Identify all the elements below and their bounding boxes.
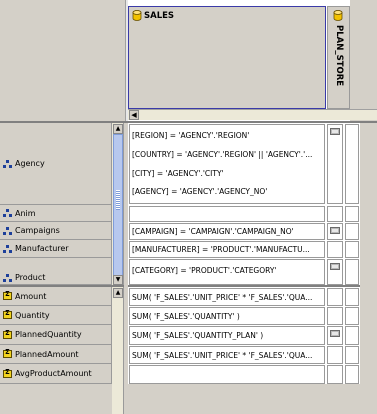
mapping-status-cell[interactable] xyxy=(327,124,343,204)
eraser-icon[interactable] xyxy=(330,263,340,270)
column-splitter[interactable] xyxy=(124,123,128,414)
mapping-status-cell[interactable] xyxy=(327,223,343,240)
measure-label: PlannedAmount xyxy=(15,349,79,359)
measure-sigma-icon xyxy=(3,348,12,358)
mapping-status-cell[interactable] xyxy=(327,259,343,285)
plan-store-table-panel[interactable]: PLAN_STORE xyxy=(327,6,350,109)
hierarchy-icon xyxy=(3,274,12,282)
empty-cell[interactable] xyxy=(345,307,359,325)
measure-sigma-icon xyxy=(3,329,12,339)
mapping-formula[interactable]: [AGENCY] = 'AGENCY'.'AGENCY_NO' xyxy=(132,187,322,196)
header-corner xyxy=(0,0,126,122)
measure-formula[interactable]: SUM( 'F_SALES'.'QUANTITY_PLAN' ) xyxy=(132,331,322,340)
empty-cell[interactable] xyxy=(345,288,359,306)
hierarchy-icon xyxy=(3,244,12,253)
measures-vertical-scrollbar[interactable]: ▲ xyxy=(112,287,124,414)
empty-grid-area xyxy=(128,384,360,414)
dimension-label: Anim xyxy=(15,208,36,218)
hierarchy-icon xyxy=(3,159,12,168)
empty-cell[interactable] xyxy=(345,223,359,240)
dimension-row-agency[interactable]: Agency xyxy=(0,123,112,205)
hierarchy-icon xyxy=(3,226,12,235)
measure-status-cell[interactable] xyxy=(327,326,343,345)
dimensions-vertical-scrollbar[interactable]: ▲ ▼ xyxy=(112,123,124,286)
measure-formula[interactable]: SUM( 'F_SALES'.'QUANTITY' ) xyxy=(132,312,322,321)
planned-quantity-formula-cell[interactable]: SUM( 'F_SALES'.'QUANTITY_PLAN' ) xyxy=(129,326,325,345)
table-cylinder-icon xyxy=(132,10,142,21)
sales-table-title: SALES xyxy=(132,10,174,21)
empty-cell[interactable] xyxy=(345,326,359,345)
measure-row-planned-quantity[interactable]: PlannedQuantity xyxy=(0,325,112,345)
measure-sigma-icon xyxy=(3,290,12,300)
measure-status-cell[interactable] xyxy=(327,288,343,306)
table-cylinder-icon xyxy=(333,10,343,21)
anim-mapping-cell[interactable] xyxy=(129,206,325,222)
plan-store-table-name: PLAN_STORE xyxy=(334,25,344,87)
measure-sigma-icon xyxy=(3,309,12,319)
mapping-status-cell[interactable] xyxy=(327,206,343,222)
planned-amount-formula-cell[interactable]: SUM( 'F_SALES'.'UNIT_PRICE' * 'F_SALES'.… xyxy=(129,346,325,364)
mapping-status-cell[interactable] xyxy=(327,241,343,258)
campaigns-mapping-cell[interactable]: [CAMPAIGN] = 'CAMPAIGN'.'CAMPAIGN_NO' xyxy=(129,223,325,240)
empty-cell[interactable] xyxy=(345,241,359,258)
measure-row-avg-product-amount[interactable]: AvgProductAmount xyxy=(0,364,112,384)
measure-status-cell[interactable] xyxy=(327,365,343,384)
agency-mapping-cell[interactable]: [REGION] = 'AGENCY'.'REGION' [COUNTRY] =… xyxy=(129,124,325,204)
measure-status-cell[interactable] xyxy=(327,346,343,364)
mapping-formula[interactable]: [CAMPAIGN] = 'CAMPAIGN'.'CAMPAIGN_NO' xyxy=(132,227,322,236)
mapping-formula[interactable]: [COUNTRY] = 'AGENCY'.'REGION' || 'AGENCY… xyxy=(132,150,322,159)
avg-product-amount-formula-cell[interactable] xyxy=(129,365,325,384)
mapping-formula[interactable]: [CITY] = 'AGENCY'.'CITY' xyxy=(132,169,322,178)
scrollbar-grip xyxy=(116,190,120,210)
sales-table-name: SALES xyxy=(144,10,175,21)
eraser-icon[interactable] xyxy=(330,128,340,135)
amount-formula-cell[interactable]: SUM( 'F_SALES'.'UNIT_PRICE' * 'F_SALES'.… xyxy=(129,288,325,306)
empty-row-header-area xyxy=(0,384,112,414)
mapping-formula[interactable]: [CATEGORY] = 'PRODUCT'.'CATEGORY' xyxy=(132,266,322,275)
measure-row-planned-amount[interactable]: PlannedAmount xyxy=(0,345,112,364)
header-filler xyxy=(350,0,377,122)
empty-cell[interactable] xyxy=(345,206,359,222)
scroll-up-arrow-icon[interactable]: ▲ xyxy=(113,124,123,134)
scroll-up-arrow-icon[interactable]: ▲ xyxy=(113,288,123,298)
empty-cell[interactable] xyxy=(345,259,359,285)
quantity-formula-cell[interactable]: SUM( 'F_SALES'.'QUANTITY' ) xyxy=(129,307,325,325)
scroll-down-arrow-icon[interactable]: ▼ xyxy=(113,275,123,285)
product-mapping-cell[interactable]: [CATEGORY] = 'PRODUCT'.'CATEGORY' xyxy=(129,259,325,285)
measure-label: PlannedQuantity xyxy=(15,330,82,339)
dimension-row-anim[interactable]: Anim xyxy=(0,205,112,222)
grid-right-margin xyxy=(360,123,377,414)
scroll-left-arrow-icon[interactable]: ◀ xyxy=(129,110,139,120)
scrollbar-thumb[interactable] xyxy=(113,134,123,276)
empty-cell[interactable] xyxy=(345,346,359,364)
manufacturer-mapping-cell[interactable]: [MANUFACTURER] = 'PRODUCT'.'MANUFACTU... xyxy=(129,241,325,258)
empty-cell[interactable] xyxy=(345,365,359,384)
measure-label: Quantity xyxy=(15,310,50,320)
empty-cell[interactable] xyxy=(345,124,359,204)
measure-sigma-icon xyxy=(3,368,12,378)
measure-label: AvgProductAmount xyxy=(15,369,92,378)
dimension-row-campaigns[interactable]: Campaigns xyxy=(0,222,112,240)
horizontal-scrollbar[interactable]: ◀ xyxy=(128,109,377,120)
measure-status-cell[interactable] xyxy=(327,307,343,325)
dimension-label: Product xyxy=(15,273,46,282)
mapping-formula[interactable]: [MANUFACTURER] = 'PRODUCT'.'MANUFACTU... xyxy=(132,245,322,254)
dimension-label: Campaigns xyxy=(15,226,60,235)
measure-formula[interactable]: SUM( 'F_SALES'.'UNIT_PRICE' * 'F_SALES'.… xyxy=(132,293,322,302)
sales-table-panel[interactable]: SALES xyxy=(128,6,326,109)
measure-row-quantity[interactable]: Quantity xyxy=(0,306,112,325)
dimension-row-product[interactable]: Product xyxy=(0,258,112,285)
measure-row-amount[interactable]: Amount xyxy=(0,287,112,306)
dimension-row-manufacturer[interactable]: Manufacturer xyxy=(0,240,112,258)
eraser-icon[interactable] xyxy=(330,227,340,234)
plan-store-table-title: PLAN_STORE xyxy=(329,25,349,107)
eraser-icon[interactable] xyxy=(330,330,340,337)
mapping-formula[interactable]: [REGION] = 'AGENCY'.'REGION' xyxy=(132,131,322,140)
hierarchy-icon xyxy=(3,209,12,217)
measure-label: Amount xyxy=(15,291,47,301)
measure-formula[interactable]: SUM( 'F_SALES'.'UNIT_PRICE' * 'F_SALES'.… xyxy=(132,351,322,360)
dimension-label: Manufacturer xyxy=(15,244,69,253)
dimension-label: Agency xyxy=(15,159,45,168)
